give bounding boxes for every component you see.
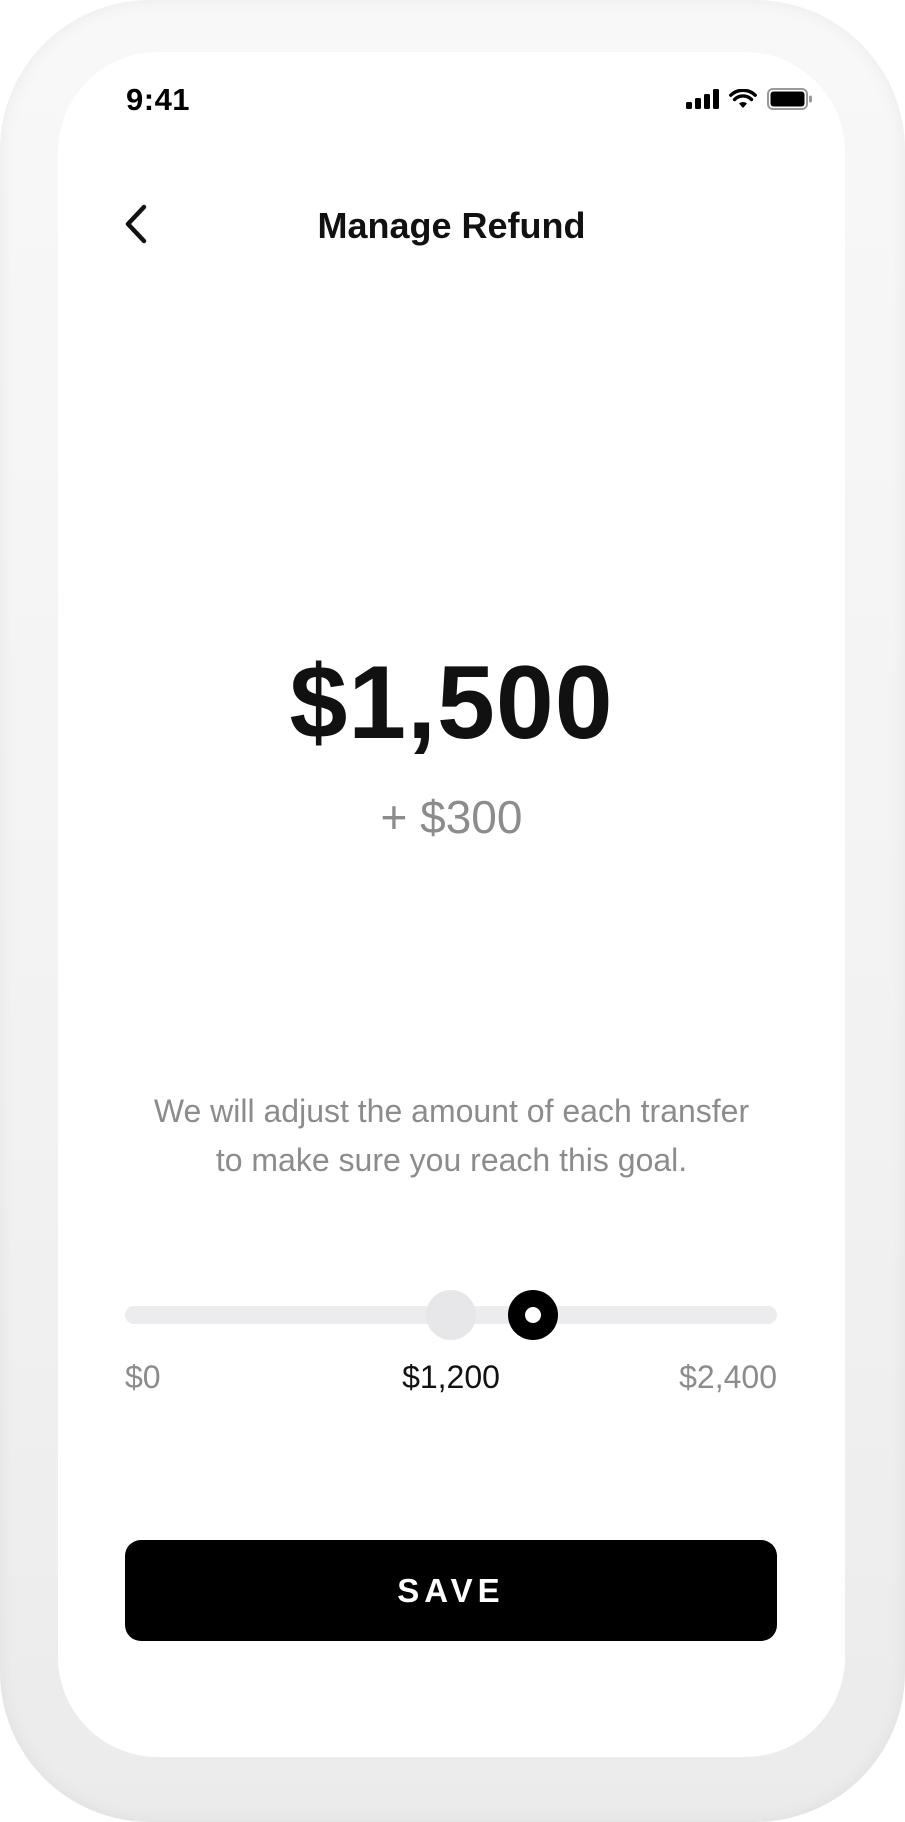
- battery-icon: [767, 88, 812, 110]
- cellular-signal-icon: [686, 89, 719, 109]
- slider-thumb[interactable]: [507, 1290, 558, 1340]
- slider-max-label: $2,400: [679, 1359, 777, 1395]
- wifi-icon: [729, 89, 757, 108]
- refund-amount: $1,500: [289, 645, 614, 761]
- save-button[interactable]: SAVE: [125, 1540, 777, 1641]
- slider-mid-label: $1,200: [402, 1359, 500, 1395]
- phone-frame: 9:41 Manage Refund $1,500 + $300 We will…: [0, 0, 905, 1822]
- slider-previous-marker: [426, 1290, 476, 1340]
- status-time: 9:41: [126, 82, 191, 117]
- page-title: Manage Refund: [317, 205, 586, 246]
- slider-min-label: $0: [125, 1359, 161, 1395]
- slider-labels: $0 $1,200 $2,400: [125, 1359, 777, 1403]
- refund-slider[interactable]: [125, 1287, 777, 1343]
- description-text: We will adjust the amount of each transf…: [153, 1093, 750, 1178]
- refund-delta: + $300: [380, 791, 523, 843]
- status-icons: [686, 88, 813, 110]
- app-screen: 9:41 Manage Refund $1,500 + $300 We will…: [58, 52, 845, 1757]
